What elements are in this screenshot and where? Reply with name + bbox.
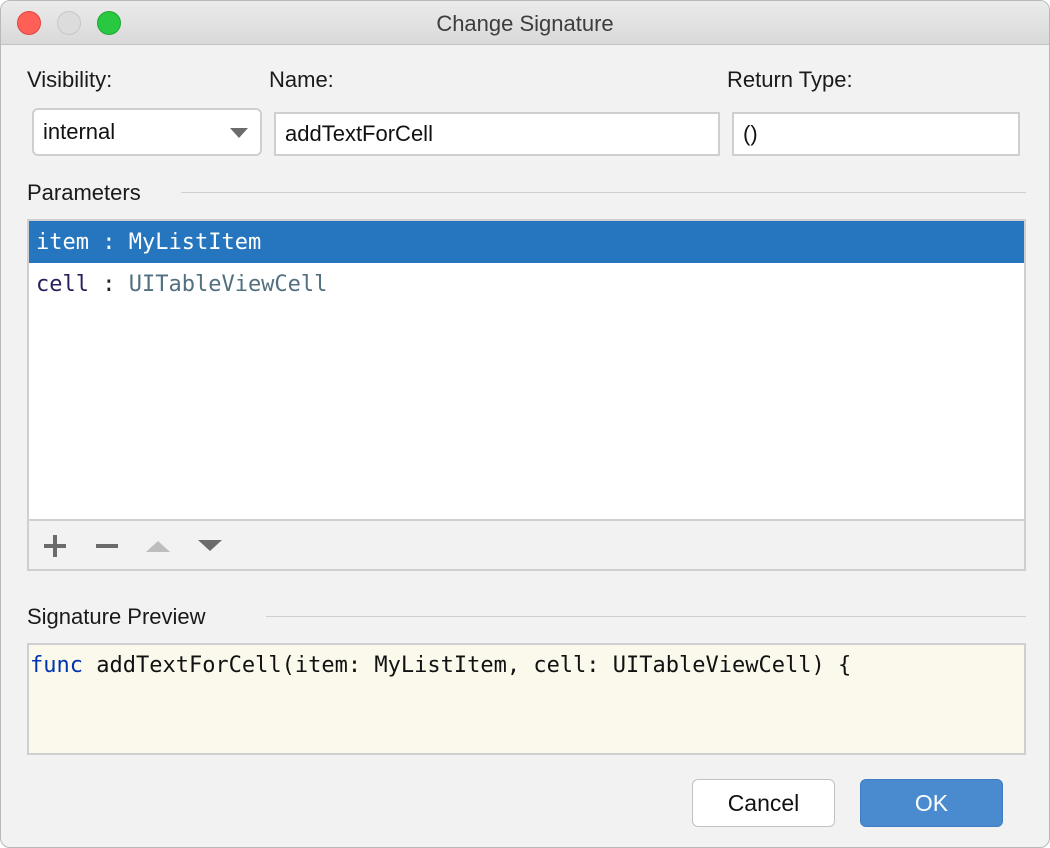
param-name: cell [36, 271, 89, 297]
return-type-label: Return Type: [727, 67, 853, 92]
return-type-input[interactable]: () [732, 112, 1020, 156]
visibility-value: internal [43, 119, 116, 144]
preview-divider [266, 616, 1026, 617]
visibility-dropdown[interactable]: internal [32, 108, 262, 156]
minus-icon[interactable] [94, 533, 120, 559]
keyword-func: func [30, 653, 83, 678]
window-title: Change Signature [436, 11, 614, 36]
chevron-down-icon [230, 128, 248, 138]
parameters-divider [181, 192, 1026, 193]
parameter-row[interactable]: cell : UITableViewCell [29, 263, 1024, 305]
change-signature-dialog: Change Signature Visibility: Name: Retur… [0, 0, 1050, 848]
name-label: Name: [269, 67, 334, 92]
signature-preview: func addTextForCell(item: MyListItem, ce… [27, 643, 1026, 755]
param-type: MyListItem [128, 229, 262, 255]
title-bar: Change Signature [1, 1, 1049, 45]
ok-button[interactable]: OK [860, 779, 1003, 827]
cancel-button[interactable]: Cancel [692, 779, 835, 827]
visibility-label: Visibility: [27, 67, 113, 92]
parameters-heading: Parameters [27, 180, 141, 205]
parameters-table[interactable]: item : MyListItem cell : UITableViewCell [27, 219, 1026, 571]
arrow-up-icon[interactable] [145, 533, 171, 559]
plus-icon[interactable] [42, 533, 68, 559]
param-separator: : [88, 271, 129, 297]
param-name: item [36, 229, 89, 255]
param-type: UITableViewCell [128, 271, 328, 297]
param-separator: : [88, 229, 129, 255]
parameter-row[interactable]: item : MyListItem [29, 221, 1024, 263]
signature-code: addTextForCell(item: MyListItem, cell: U… [82, 653, 852, 678]
name-input[interactable]: addTextForCell [274, 112, 720, 156]
parameters-toolbar [29, 519, 1024, 569]
arrow-down-icon[interactable] [197, 533, 223, 559]
signature-preview-heading: Signature Preview [27, 604, 206, 629]
